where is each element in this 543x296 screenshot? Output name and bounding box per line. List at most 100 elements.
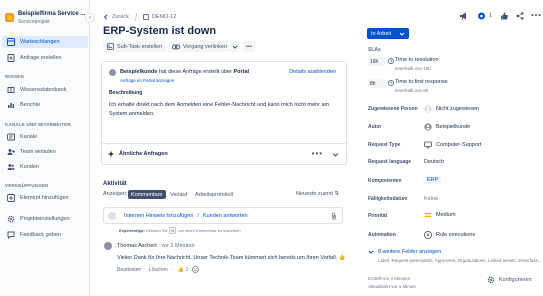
hide-details-link[interactable]: Details ausblenden bbox=[289, 69, 336, 75]
link-issue-dropdown[interactable] bbox=[229, 41, 240, 52]
comment-actions: Internen Hinweis hinzufügen / Kunden antwo… bbox=[124, 213, 248, 219]
link-issue-button[interactable]: Vorgang verlinken bbox=[168, 41, 232, 52]
similar-requests-label: Ähnliche Anfragen bbox=[119, 151, 168, 157]
chevron-down-icon[interactable] bbox=[332, 151, 339, 158]
tab-comments[interactable]: Kommentare bbox=[128, 190, 166, 199]
sort-order-button[interactable]: Neueste zuerst ⇅ bbox=[296, 191, 339, 197]
reports-icon bbox=[5, 101, 17, 109]
comment-input[interactable]: Internen Hinweis hinzufügen / Kunden antwo… bbox=[103, 207, 343, 224]
edit-comment-link[interactable]: Bearbeiten bbox=[117, 267, 141, 273]
request-language-value[interactable]: Deutsch bbox=[424, 159, 444, 165]
show-more-fields-button[interactable]: 8 weitere Felder anzeigen bbox=[368, 249, 441, 255]
reaction-button[interactable]: 👍 1 bbox=[177, 267, 188, 273]
sidebar-item-channels[interactable]: Kanäle bbox=[2, 131, 88, 143]
chevron-down-icon bbox=[399, 31, 405, 37]
comment-text: Vielen Dank für Ihre Nachricht. Unser Te… bbox=[117, 255, 338, 261]
configure-button[interactable]: Konfigurieren bbox=[487, 276, 532, 284]
sidebar-section-kanaele: KANÄLE UND MITARBEITER bbox=[5, 122, 71, 127]
project-name[interactable]: Beispielfirma Service ... bbox=[18, 11, 85, 17]
sidebar-item-reports[interactable]: Berichte bbox=[2, 99, 88, 111]
share-icon[interactable] bbox=[516, 12, 524, 20]
automation-value: Rule executions bbox=[436, 232, 476, 238]
computer-icon bbox=[424, 141, 432, 149]
sidebar-item-label: Projekteinstellungen bbox=[20, 216, 70, 222]
sidebar-section-wissen: WISSEN bbox=[5, 74, 24, 79]
back-link[interactable]: Zurück bbox=[112, 14, 129, 20]
status-transition-button[interactable]: In Arbeit bbox=[367, 28, 409, 39]
tab-history[interactable]: Verlauf bbox=[167, 190, 190, 199]
feedback-icon bbox=[5, 231, 17, 239]
add-internal-note-link[interactable]: Internen Hinweis hinzufügen bbox=[124, 213, 193, 219]
component-tag[interactable]: ERP bbox=[424, 176, 442, 184]
request-type-field[interactable]: Computer-Support bbox=[424, 141, 481, 149]
similar-requests-panel[interactable]: Ähnliche Anfragen ••• bbox=[101, 143, 347, 165]
sla-target: innerhalb von 16h bbox=[395, 66, 431, 71]
reporter-avatar-icon bbox=[424, 123, 432, 131]
requester-name[interactable]: Beispielkunde bbox=[120, 69, 157, 75]
sidebar-item-invite-team[interactable]: Team einladen bbox=[2, 146, 88, 158]
requester-avatar bbox=[109, 69, 116, 76]
automation-field[interactable]: Rule executions bbox=[424, 231, 475, 239]
comment-action-divider: / bbox=[197, 213, 199, 219]
thumbs-up-emoji: 👍 bbox=[338, 255, 346, 261]
sidebar-item-feedback[interactable]: Feedback geben bbox=[2, 229, 88, 241]
sidebar-item-project-settings[interactable]: Projekteinstellungen bbox=[2, 213, 88, 225]
project-avatar[interactable] bbox=[5, 13, 14, 22]
comment-time[interactable]: vor 2 Minuten bbox=[161, 243, 194, 249]
clock-icon bbox=[388, 80, 394, 86]
comment-author[interactable]: Thomas Aschert bbox=[117, 243, 157, 249]
comment-author-avatar[interactable] bbox=[104, 242, 112, 250]
thumbs-up-icon: 👍 bbox=[177, 266, 184, 273]
sidebar-item-add-item[interactable]: Element hinzufügen bbox=[2, 192, 88, 204]
reply-to-customer-link[interactable]: Kunden antworten bbox=[203, 213, 248, 219]
sla-time-pill: 16h bbox=[368, 57, 385, 66]
thumbs-up-feedback-icon[interactable] bbox=[500, 12, 508, 20]
more-options-icon[interactable] bbox=[531, 11, 541, 19]
priority-field[interactable]: Medium bbox=[424, 212, 456, 218]
comment-action-dot: · bbox=[144, 266, 146, 273]
delete-comment-link[interactable]: Löschen bbox=[149, 267, 168, 273]
similar-more-button[interactable]: ••• bbox=[312, 149, 323, 158]
sidebar-item-knowledge-base[interactable]: Wissensdatenbank bbox=[2, 84, 88, 96]
breadcrumb-divider bbox=[134, 13, 138, 21]
attachment-icon[interactable] bbox=[331, 212, 337, 220]
create-subtask-button[interactable]: Sub-Task erstellen bbox=[103, 41, 167, 52]
settings-icon bbox=[5, 215, 17, 223]
configure-label: Konfigurieren bbox=[499, 277, 532, 283]
description-text[interactable]: Ich erhalte direkt nach dem Anmelden ein… bbox=[109, 101, 334, 119]
watch-button[interactable]: 1 bbox=[477, 12, 492, 20]
sla-name: Time to resolution bbox=[395, 57, 439, 63]
view-in-portal-link[interactable]: Anfrage im Portal anzeigen bbox=[120, 78, 174, 83]
megaphone-icon[interactable] bbox=[459, 12, 468, 20]
issue-title[interactable]: ERP-System ist down bbox=[103, 25, 216, 37]
eye-icon bbox=[477, 12, 486, 20]
reporter-label: Autor bbox=[368, 124, 382, 130]
tab-worklog[interactable]: Arbeitsprotokoll bbox=[192, 190, 236, 199]
sidebar-item-queues[interactable]: Warteschlangen bbox=[2, 36, 88, 48]
invite-team-icon bbox=[5, 148, 17, 156]
add-reaction-icon[interactable] bbox=[192, 266, 200, 273]
components-field[interactable]: ERP bbox=[424, 176, 442, 184]
sidebar-item-label: Team einladen bbox=[20, 149, 56, 155]
due-date-label: Fälligkeitsdatum bbox=[368, 196, 408, 202]
assignee-field[interactable]: Nicht zugewiesen bbox=[424, 105, 479, 113]
issue-key-link[interactable]: DEMO-12 bbox=[152, 14, 176, 20]
sidebar-section-verknuepfungen: VERKNÜPFUNGEN bbox=[5, 183, 49, 188]
sidebar-item-label: Berichte bbox=[20, 102, 41, 108]
back-icon[interactable] bbox=[103, 14, 109, 20]
project-type: Serviceprojekt bbox=[18, 19, 50, 25]
sidebar: Beispielfirma Service ... Serviceprojekt… bbox=[0, 0, 90, 296]
automation-label: Automation bbox=[368, 232, 396, 238]
collapse-sidebar-button[interactable]: ‹ bbox=[85, 13, 95, 23]
request-details-card: Beispielkunde hat diese Anfrage erstellt… bbox=[101, 61, 347, 154]
sidebar-item-label: Element hinzufügen bbox=[20, 195, 69, 201]
chevron-down-icon bbox=[368, 249, 374, 255]
sidebar-item-create-request[interactable]: Anfrage erstellen bbox=[2, 52, 88, 64]
more-actions-button[interactable]: ••• bbox=[243, 41, 255, 52]
due-date-value[interactable]: Keine bbox=[424, 196, 438, 202]
sparkle-icon bbox=[107, 150, 115, 158]
reporter-field[interactable]: Beispielkunde bbox=[424, 123, 470, 131]
priority-medium-icon bbox=[424, 212, 432, 218]
sidebar-item-label: Warteschlangen bbox=[20, 39, 60, 45]
sidebar-item-customers[interactable]: Kunden bbox=[2, 161, 88, 173]
